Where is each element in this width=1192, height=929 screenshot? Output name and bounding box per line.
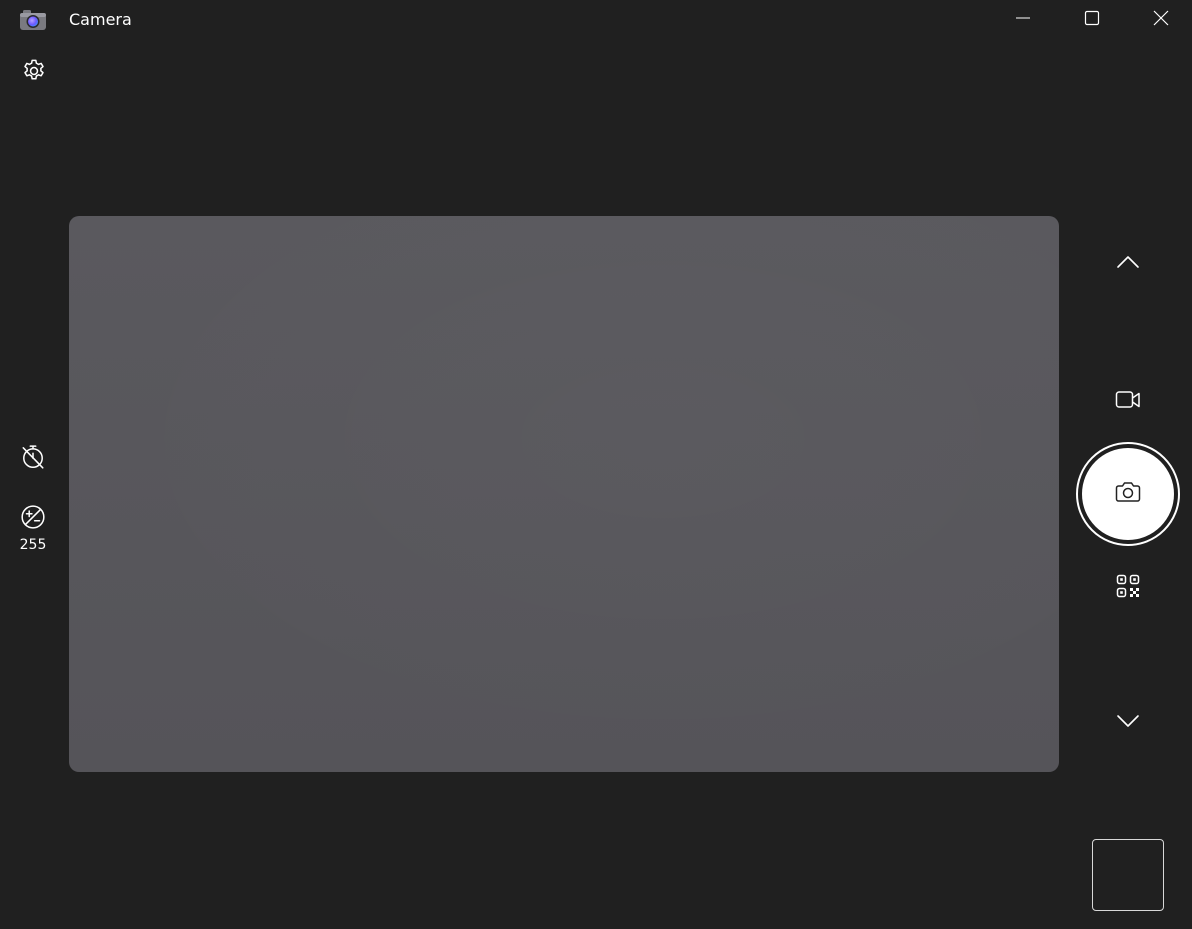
window-title: Camera [69, 10, 132, 29]
close-button[interactable] [1127, 0, 1192, 40]
brightness-value: 255 [19, 537, 47, 553]
close-icon [1153, 10, 1169, 30]
video-camera-icon [1115, 389, 1141, 415]
video-mode-button[interactable] [1108, 382, 1148, 422]
camera-preview [69, 216, 1059, 772]
chevron-up-icon [1116, 250, 1140, 278]
gear-icon [21, 58, 47, 88]
minimize-icon [1015, 10, 1031, 30]
timer-button[interactable] [13, 439, 53, 479]
take-photo-button[interactable] [1076, 442, 1180, 546]
shutter-inner [1082, 448, 1174, 540]
brightness-button[interactable]: 255 [13, 504, 53, 556]
brightness-icon [20, 504, 46, 534]
timer-off-icon [20, 444, 46, 474]
qr-code-icon [1116, 574, 1140, 602]
camera-window: Camera 255 [0, 0, 1192, 929]
scroll-up-button[interactable] [1108, 244, 1148, 284]
chevron-down-icon [1116, 709, 1140, 737]
minimize-button[interactable] [989, 0, 1057, 40]
maximize-icon [1084, 10, 1100, 30]
camera-icon [1115, 480, 1141, 508]
scroll-down-button[interactable] [1108, 703, 1148, 743]
qr-mode-button[interactable] [1108, 568, 1148, 608]
camera-app-icon [19, 9, 47, 31]
settings-button[interactable] [14, 53, 54, 93]
maximize-button[interactable] [1058, 0, 1126, 40]
gallery-thumbnail-button[interactable] [1092, 839, 1164, 911]
